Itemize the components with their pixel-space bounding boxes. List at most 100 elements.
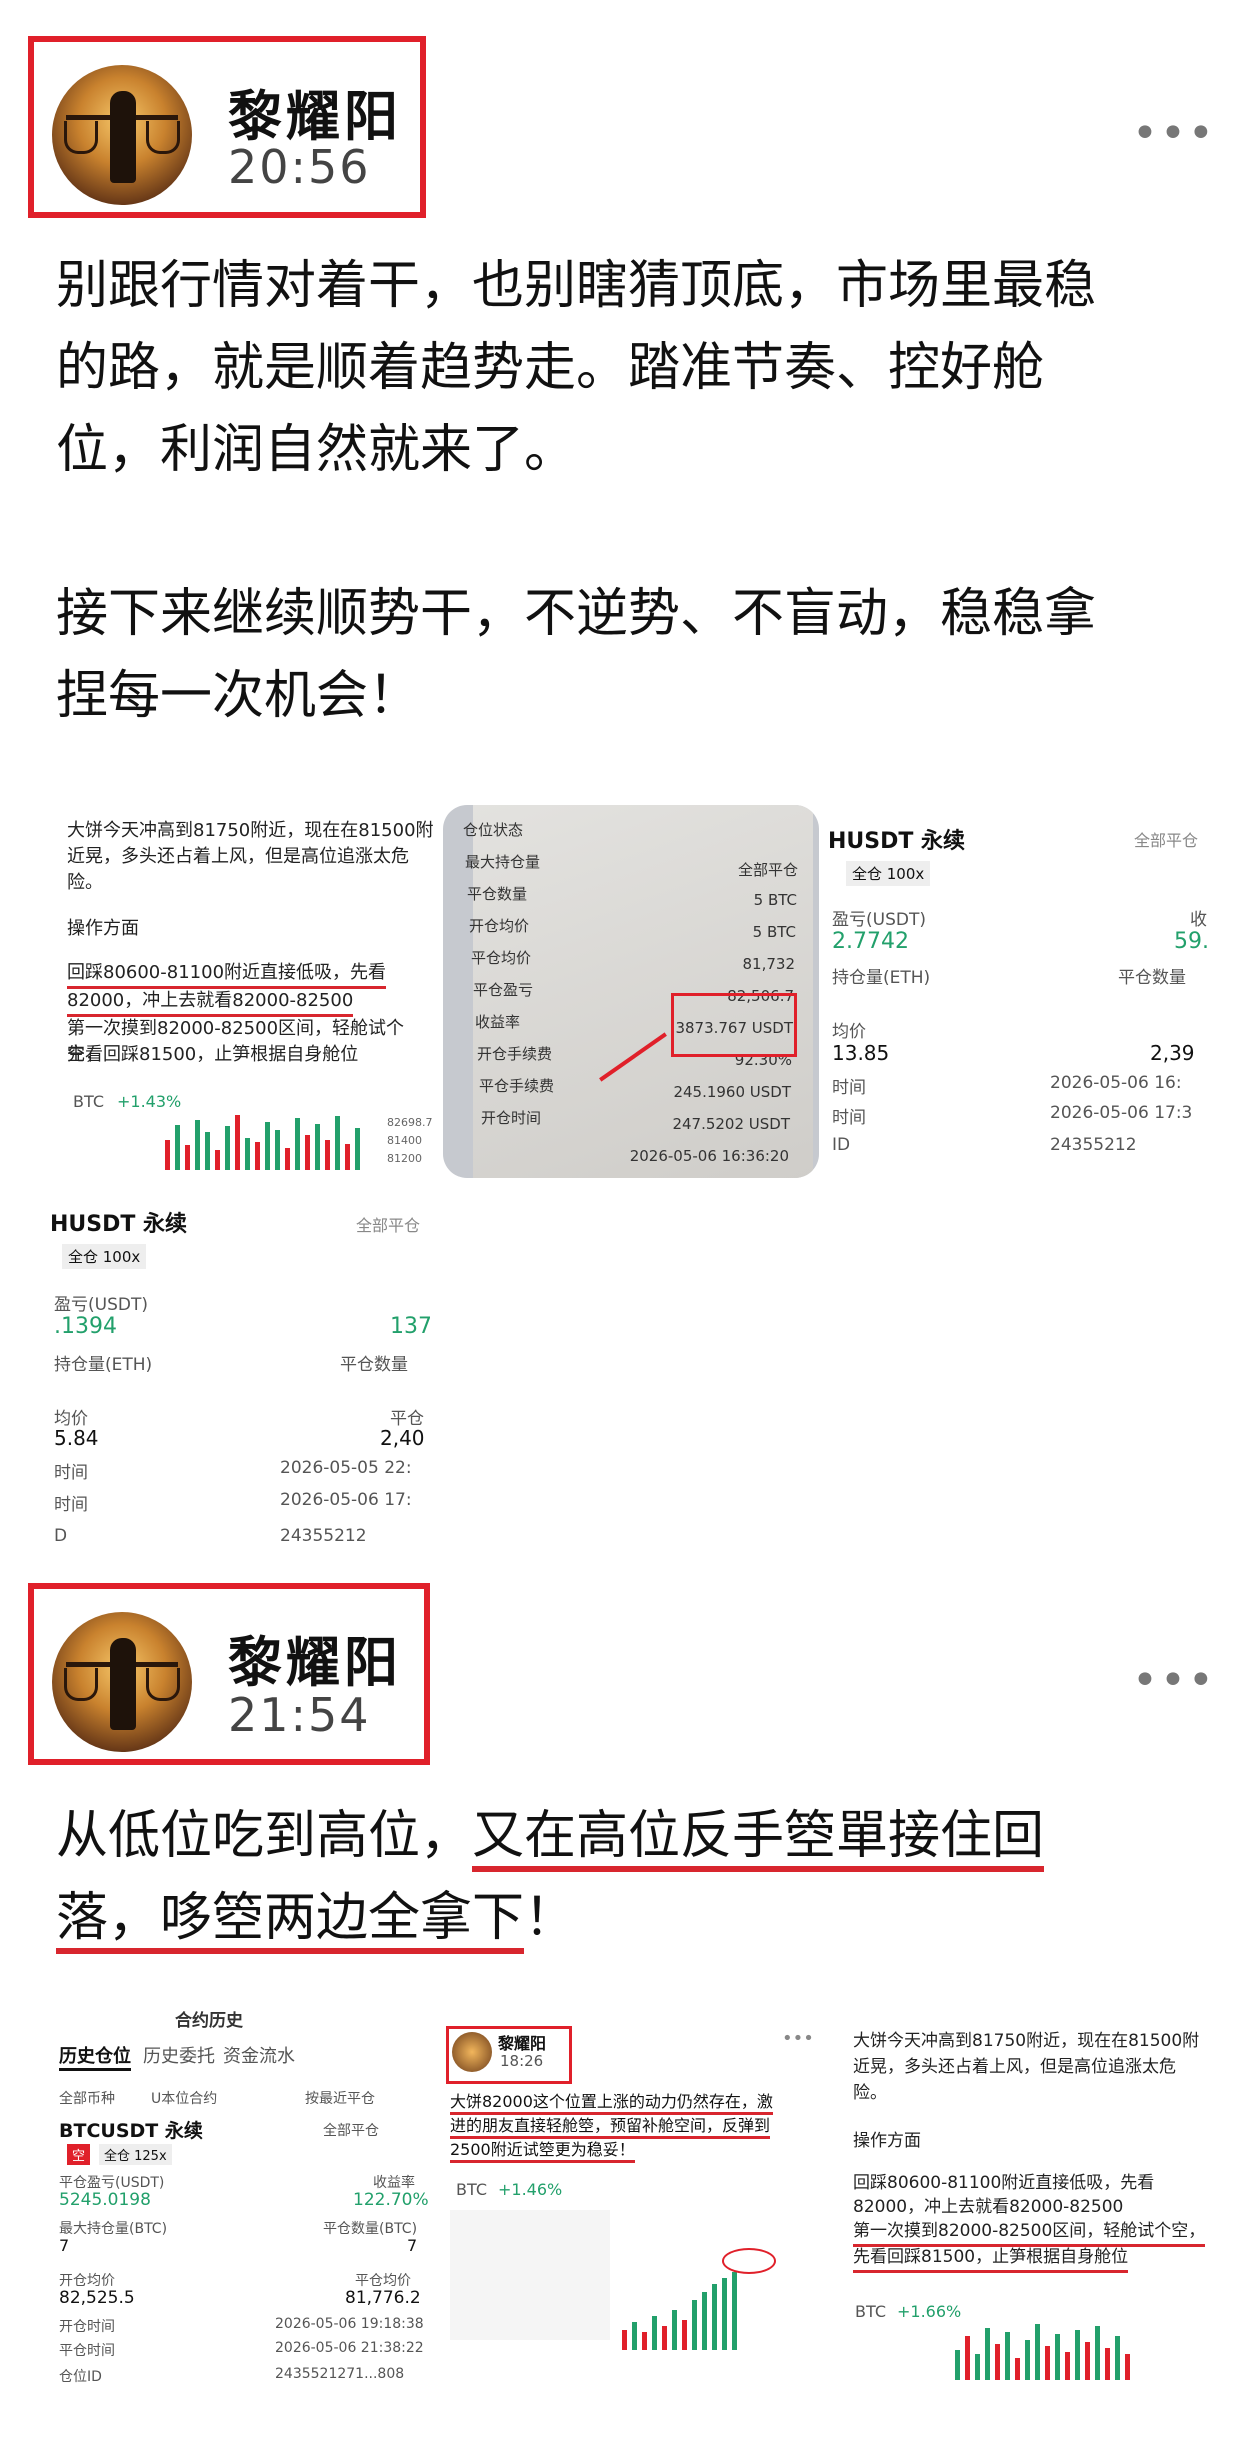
mini-post-time: 18:26 [500,2052,544,2070]
analysis-highlight: 回踩80600-81100附近直接低吸，先看 [67,960,387,989]
margin-badge: 全仓 125x [99,2144,172,2165]
open-avg-label: 开仓均价 [59,2273,115,2289]
mini-avatar [452,2032,492,2072]
price-level: 81200 [387,1152,422,1165]
price-level: 81400 [387,1134,422,1147]
filter-sort[interactable]: 按最近平仓 [305,2088,375,2108]
pnl-value: 5245.0198 [59,2190,151,2210]
open-time-value: 2026-05-06 19:18:38 [275,2316,424,2332]
position-row-label: 仓位状态 [463,821,524,839]
position-row-label: 开仓手续费 [477,1045,553,1063]
id-value: 24355212 [280,1526,367,1546]
analysis-line: 险。 [853,2083,887,2103]
position-row-label: 最大持仓量 [465,853,541,871]
post-image-history[interactable]: 合约历史 历史仓位 历史委托 资金流水 全部币种 U本位合约 按最近平仓 BTC… [55,2000,430,2390]
close-time-value: 2026-05-06 17: [280,1490,412,1510]
post-image-eth-position-1[interactable]: HUSDT 永续 全部平仓 全仓 100x 盈亏(USDT) 收 2.7742 … [828,805,1208,1178]
post-image-analysis-2[interactable]: 大饼今天冲高到81750附近，现在在81500附 近晃，多头还占着上风，但是高位… [835,2020,1210,2390]
author-name-2[interactable]: 黎耀阳 [228,1618,402,1697]
position-row-label: 平仓数量 [467,885,528,903]
candlestick-chart [165,1110,385,1170]
analysis-line: 回踩80600-81100附近直接低吸，先看 [853,2173,1155,2193]
hold-label: 持仓量(ETH) [54,1355,153,1375]
id-label: 仓位ID [59,2369,102,2385]
analysis-section: 操作方面 [853,2131,921,2151]
more-options-icon-1[interactable]: ••• [1132,108,1216,159]
close-all-label: 全部平仓 [356,1216,421,1235]
text-line: 别跟行情对着干，也别瞎猜顶底，市场里最稳 [56,256,1097,316]
contract-title: HUSDT 永续 [828,829,966,854]
post-image-earlier-post[interactable]: 黎耀阳 18:26 ••• 大饼82000这个位置上涨的动力仍然存在，激 进的朋… [442,2020,822,2390]
open-time-label: 开仓时间 [59,2319,115,2335]
margin-badge: 全仓 100x [846,861,931,886]
close-avg-label: 平仓均价 [355,2273,411,2289]
qty-label: 平仓数量(BTC) [323,2221,418,2237]
close-time-label: 时间 [54,1495,88,1515]
text-line: 的路，就是顺着趋势走。踏准节奏、控好舱 [56,338,1045,398]
position-row-label: 开仓时间 [481,1109,542,1127]
text-segment: ！ [524,1888,577,1948]
rate-value: 122.70% [353,2190,429,2210]
post-text-1: 别跟行情对着干，也别瞎猜顶底，市场里最稳 的路，就是顺着趋势走。踏准节奏、控好舱… [56,245,1216,737]
position-row-label: 平仓手续费 [479,1077,555,1095]
id-value: 2435521271...808 [275,2366,405,2382]
post-time-1: 20:56 [228,140,371,194]
analysis-section: 操作方面 [67,918,139,939]
author-avatar-1[interactable] [52,65,192,205]
mini-text-line: 大饼82000这个位置上涨的动力仍然存在，激 [450,2088,773,2115]
open-time-value: 2026-05-05 22: [280,1458,412,1478]
ticker-change: +1.43% [117,1092,182,1111]
text-line: 位，利润自然就来了。 [56,420,577,480]
tab-history-position[interactable]: 历史仓位 [59,2042,131,2071]
mini-text-line: 2500附近试箜更为稳妥！ [450,2136,635,2163]
analysis-line: 大饼今天冲高到81750附近，现在在81500附 [67,820,434,841]
post-image-position-photo[interactable]: 仓位状态 最大持仓量 全部平仓 平仓数量 5 BTC 开仓均价 5 BTC 平仓均价 81,73… [443,805,819,1178]
max-label: 最大持仓量(BTC) [59,2221,168,2237]
filter-coin[interactable]: 全部币种 [59,2088,115,2108]
open-time-label: 时间 [832,1078,866,1098]
mini-author-name: 黎耀阳 [498,2034,547,2053]
position-row-label: 平仓盈亏 [473,981,534,999]
avg-label: 均价 [832,1022,866,1042]
tab-fund-flow[interactable]: 资金流水 [223,2042,295,2068]
close-time-value: 2026-05-06 17:3 [1050,1103,1193,1123]
price-level: 82698.7 [387,1116,433,1129]
side-badge: 空 [67,2144,91,2165]
pnl-value: 2.7742 [832,929,909,954]
max-value: 7 [59,2236,70,2255]
analysis-line: 近晃，多头还占着上风，但是高位追涨太危 [853,2057,1176,2077]
ticker-label: BTC [456,2180,487,2199]
analysis-highlight: 先看回踩81500，止笋根据自身舱位 [853,2244,1129,2273]
text-segment-underlined: 又在高位反手箜單接住回 [472,1806,1045,1872]
text-segment: 从低位吃到高位， [56,1806,473,1866]
filter-contract[interactable]: U本位合约 [151,2088,217,2108]
close-time-label: 平仓时间 [59,2343,115,2359]
close-time-label: 时间 [832,1108,866,1128]
rate-value: 137. [390,1314,430,1339]
history-header: 合约历史 [175,2011,243,2031]
rate-value: 59.8 [1174,929,1208,954]
id-label: ID [832,1135,851,1155]
mini-text-line: 进的朋友直接轻舱箜，预留补舱空间，反弹到 [450,2112,771,2139]
tab-history-orders[interactable]: 历史委托 [143,2042,215,2068]
analysis-line: 82000，冲上去就看82000-82500 [853,2197,1124,2217]
close-all-label: 全部平仓 [323,2123,379,2139]
ticker-label: BTC [73,1092,104,1111]
author-avatar-2[interactable] [52,1612,192,1752]
text-line: 接下来继续顺势干，不逆势、不盲动，稳稳拿 [56,584,1097,644]
pnl-label: 平仓盈亏(USDT) [59,2175,165,2191]
position-row-value: 81,732 [742,955,796,973]
ticker-change: +1.66% [897,2302,962,2321]
analysis-line: 大饼今天冲高到81750附近，现在在81500附 [853,2031,1200,2051]
rate-label: 收益率 [373,2175,415,2191]
pnl-label: 盈亏(USDT) [54,1295,148,1315]
avg-value: 13.85 [832,1041,890,1065]
contract-title: HUSDT 永续 [50,1212,188,1237]
position-row-value: 5 BTC [753,891,797,909]
post-image-eth-position-2[interactable]: HUSDT 永续 全部平仓 全仓 100x 盈亏(USDT) .1394 137… [50,1190,430,1565]
contract-title: BTCUSDT 永续 [59,2120,203,2142]
nested-screenshot [450,2210,610,2340]
id-label: D [54,1526,68,1546]
post-image-analysis[interactable]: 大饼今天冲高到81750附近，现在在81500附 近晃，多头还占着上风，但是高位… [55,800,435,1180]
more-options-icon-2[interactable]: ••• [1132,1655,1216,1706]
